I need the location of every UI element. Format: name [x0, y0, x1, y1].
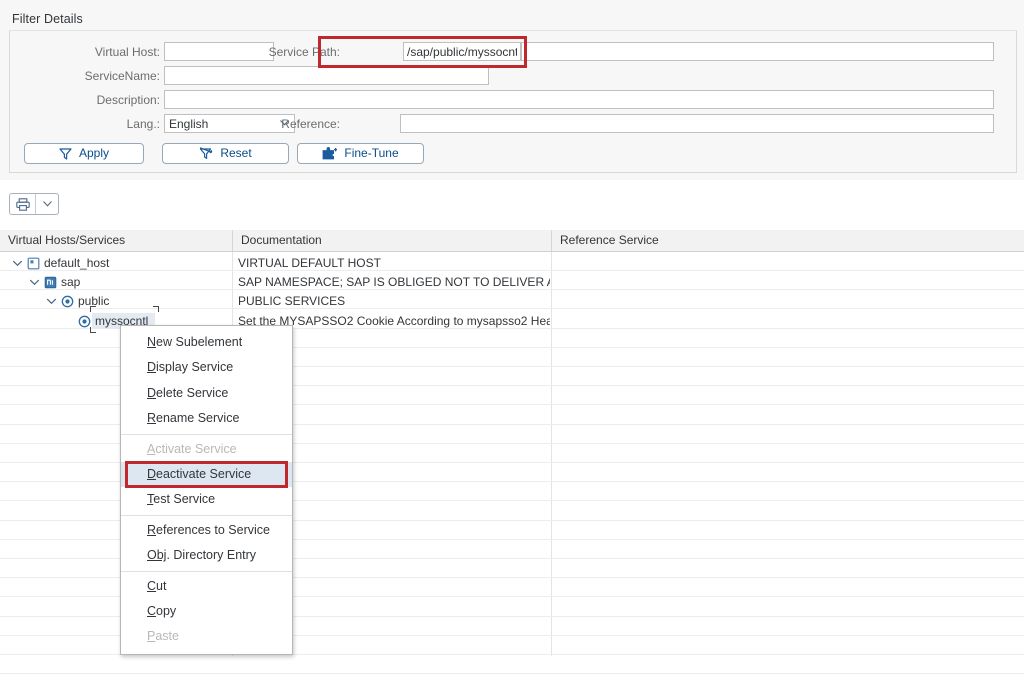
menu-item-obj-directory-entry[interactable]: Obj. Directory Entry: [121, 543, 292, 568]
service-name-input[interactable]: [164, 66, 489, 85]
filter-row-2: ServiceName:: [10, 65, 1016, 87]
tree-context-menu[interactable]: New Subelement Display Service Delete Serv…: [120, 325, 293, 655]
menu-item-label: Cut: [147, 578, 167, 593]
tree-toolbar: [0, 188, 1024, 220]
menu-item-label: Deactivate Service: [147, 466, 252, 481]
printer-icon[interactable]: [10, 194, 36, 214]
menu-separator: [121, 514, 292, 516]
focus-corner-marker: [153, 305, 159, 312]
tree-node-row[interactable]: default_host VIRTUAL DEFAULT HOST: [0, 254, 1024, 273]
menu-item-activate-service: Activate Service: [121, 437, 292, 462]
menu-item-display-service[interactable]: Display Service: [121, 355, 292, 380]
menu-item-paste: Paste: [121, 624, 292, 649]
filter-details-title: Filter Details: [12, 12, 83, 26]
fine-tune-button-label: Fine-Tune: [344, 146, 399, 160]
tree-node-documentation: SAP NAMESPACE; SAP IS OBLIGED NOT TO DEL…: [238, 275, 550, 290]
filter-details-panel: Virtual Host: Service Path: ServiceName:…: [9, 30, 1017, 173]
menu-item-label: Rename Service: [147, 411, 240, 426]
menu-item-label: New Subelement: [147, 335, 243, 349]
reset-button-label: Reset: [220, 146, 252, 160]
puzzle-piece-icon: [322, 147, 338, 160]
service-path-input[interactable]: [403, 42, 521, 61]
reference-input[interactable]: [400, 114, 994, 133]
menu-item-label: Display Service: [147, 360, 234, 375]
filter-row-1: Virtual Host: Service Path:: [10, 41, 1016, 63]
menu-separator: [121, 570, 292, 572]
lang-select-value: English: [169, 117, 209, 131]
description-label: Description:: [96, 93, 160, 107]
menu-item-new-subelement[interactable]: New Subelement: [121, 330, 292, 355]
menu-item-deactivate-service[interactable]: Deactivate Service: [121, 461, 292, 488]
tree-table-header: Virtual Hosts/Services Documentation Ref…: [0, 230, 1024, 252]
apply-button-label: Apply: [78, 146, 110, 160]
menu-item-cut[interactable]: Cut: [121, 574, 292, 599]
apply-button[interactable]: Apply: [24, 143, 144, 164]
menu-item-label: Obj. Directory Entry: [147, 548, 257, 563]
menu-item-label: Delete Service: [147, 385, 229, 400]
print-dropdown-chevron-icon[interactable]: [36, 194, 58, 214]
menu-item-label: Paste: [147, 629, 179, 644]
column-header-reference-service[interactable]: Reference Service: [552, 230, 1024, 251]
menu-item-copy[interactable]: Copy: [121, 599, 292, 624]
menu-item-label: References to Service: [147, 522, 270, 537]
menu-item-references-to-service[interactable]: References to Service: [121, 518, 292, 543]
service-name-label: ServiceName:: [84, 69, 160, 83]
fine-tune-button[interactable]: Fine-Tune: [297, 143, 424, 164]
lang-label: Lang.:: [126, 117, 160, 131]
tree-node-label[interactable]: sap: [61, 273, 80, 292]
tree-node-documentation: PUBLIC SERVICES: [238, 294, 346, 309]
table-row[interactable]: [0, 655, 1024, 674]
reset-filter-icon: [199, 147, 213, 160]
menu-item-rename-service[interactable]: Rename Service: [121, 406, 292, 431]
service-path-input-extension[interactable]: [521, 42, 994, 61]
virtual-host-label: Virtual Host:: [94, 45, 160, 59]
reset-button[interactable]: Reset: [162, 143, 289, 164]
menu-separator: [121, 433, 292, 435]
virtual-host-input[interactable]: [164, 42, 274, 61]
menu-item-label: Activate Service: [147, 441, 237, 456]
reference-label: Reference:: [281, 117, 340, 131]
service-path-label: Service Path:: [268, 45, 340, 59]
filter-row-3: Description:: [10, 89, 1016, 111]
filter-icon: [59, 147, 72, 160]
column-header-documentation[interactable]: Documentation: [233, 230, 551, 251]
menu-item-label: Test Service: [147, 492, 216, 507]
column-header-virtual-hosts-services[interactable]: Virtual Hosts/Services: [0, 230, 232, 251]
filter-row-4: Lang.: English Reference:: [10, 113, 1016, 135]
print-split-button[interactable]: [9, 193, 59, 215]
tree-node-label[interactable]: default_host: [44, 254, 109, 273]
menu-item-label: Copy: [147, 603, 177, 618]
menu-item-test-service[interactable]: Test Service: [121, 487, 292, 512]
description-input[interactable]: [164, 90, 994, 109]
menu-item-delete-service[interactable]: Delete Service: [121, 381, 292, 406]
filter-details-section: Filter Details Virtual Host: Service Pat…: [0, 0, 1024, 180]
tree-node-documentation: VIRTUAL DEFAULT HOST: [238, 256, 381, 270]
tree-node-row[interactable]: sap SAP NAMESPACE; SAP IS OBLIGED NOT TO …: [0, 273, 1024, 292]
